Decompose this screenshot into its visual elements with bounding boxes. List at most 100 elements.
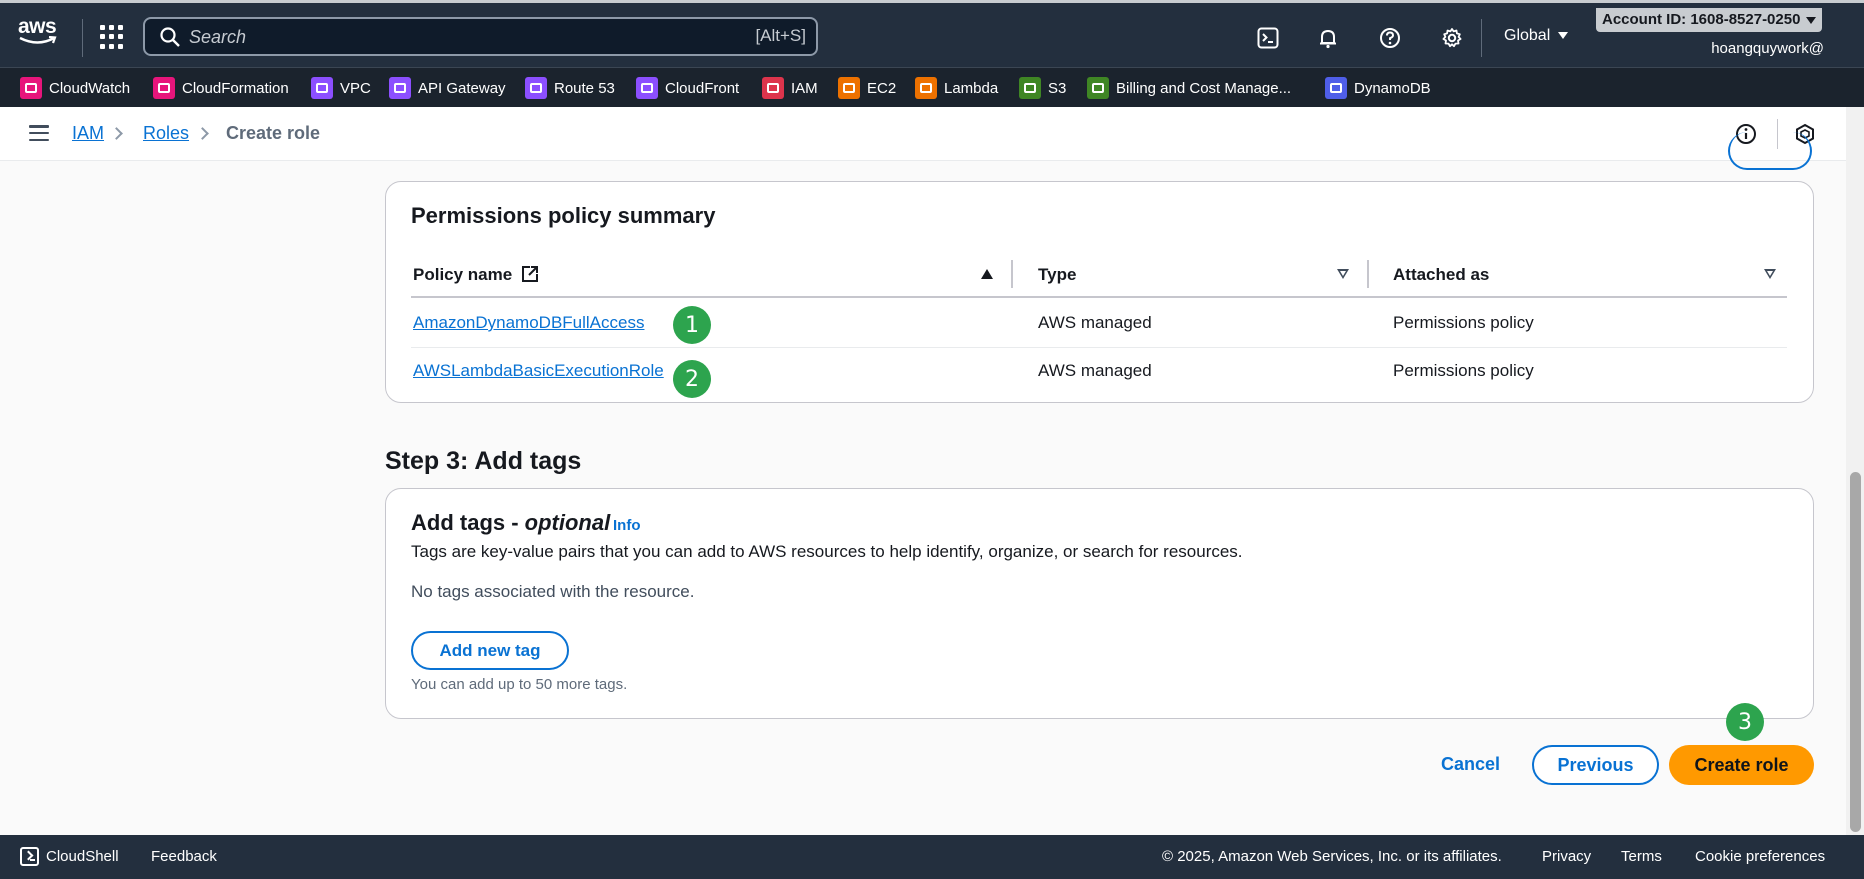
cancel-button[interactable]: Cancel (1441, 754, 1500, 775)
favorite-label: VPC (340, 79, 371, 97)
policy-link[interactable]: AmazonDynamoDBFullAccess (413, 313, 644, 333)
favorite-label: Billing and Cost Manage... (1116, 79, 1292, 97)
service-icon (1325, 77, 1347, 99)
caret-down-icon (1806, 16, 1817, 24)
favorite-label: S3 (1048, 79, 1067, 97)
breadcrumb-bar: IAM Roles Create role (0, 107, 1864, 161)
service-icon (153, 77, 175, 99)
menu-icon[interactable] (29, 125, 49, 141)
footer-terms[interactable]: Terms (1621, 848, 1662, 865)
sort-icon[interactable] (1337, 269, 1349, 279)
caret-down-icon (1558, 32, 1569, 40)
previous-button[interactable]: Previous (1532, 745, 1659, 785)
column-header-policy-name[interactable]: Policy name (413, 265, 539, 285)
footer-privacy[interactable]: Privacy (1542, 848, 1591, 865)
divider (82, 19, 83, 57)
chevron-right-icon (110, 127, 123, 140)
settings-gear-icon[interactable] (1439, 25, 1465, 51)
search-box[interactable]: [Alt+S] (143, 17, 818, 56)
favorite-label: API Gateway (418, 79, 506, 97)
favorite-cloudwatch[interactable]: CloudWatch (20, 75, 130, 101)
favorite-ec2[interactable]: EC2 (838, 75, 896, 101)
cloudshell-icon[interactable] (1255, 25, 1281, 51)
service-icon (1019, 77, 1041, 99)
aws-logo[interactable]: aws (18, 16, 62, 53)
service-icon (389, 77, 411, 99)
sort-ascending-icon[interactable] (981, 269, 993, 279)
favorite-s3[interactable]: S3 (1019, 75, 1066, 101)
search-input[interactable] (189, 24, 689, 50)
row-divider (411, 347, 1787, 348)
notifications-bell-icon[interactable] (1315, 25, 1341, 51)
info-link[interactable]: Info (613, 517, 641, 534)
favorite-label: IAM (791, 79, 818, 97)
footer-cookie-preferences[interactable]: Cookie preferences (1695, 848, 1825, 865)
username[interactable]: hoangquywork@ (1711, 40, 1824, 57)
favorite-label: CloudFront (665, 79, 740, 97)
create-role-button[interactable]: Create role (1669, 745, 1814, 785)
sort-icon[interactable] (1764, 269, 1776, 279)
external-link-icon (521, 266, 538, 282)
table-header-divider (411, 296, 1787, 298)
no-tags-message: No tags associated with the resource. (411, 582, 695, 601)
favorite-billing-and-cost-manage[interactable]: Billing and Cost Manage... (1087, 75, 1291, 101)
favorite-cloudformation[interactable]: CloudFormation (153, 75, 289, 101)
column-divider (1011, 260, 1013, 288)
favorite-label: DynamoDB (1354, 79, 1431, 97)
account-menu[interactable]: Account ID: 1608-8527-0250 (1596, 8, 1823, 32)
add-tags-title: Add tags - optional (411, 510, 611, 535)
annotation-marker: 3 (1726, 703, 1764, 741)
column-divider (1367, 260, 1369, 288)
favorites-bar: CloudWatch CloudFormation VPC API Gateway Ro… (0, 67, 1864, 107)
service-icon (311, 77, 333, 99)
footer-cloudshell[interactable]: CloudShell (46, 848, 119, 865)
region-selector[interactable]: Global (1504, 27, 1569, 45)
annotation-marker: 2 (673, 360, 711, 398)
favorite-cloudfront[interactable]: CloudFront (636, 75, 739, 101)
search-icon (160, 27, 180, 47)
policy-link[interactable]: AWSLambdaBasicExecutionRole (413, 361, 664, 381)
service-icon (1087, 77, 1109, 99)
footer: CloudShell Feedback © 2025, Amazon Web S… (0, 835, 1864, 879)
edit-button-partial[interactable] (1728, 132, 1812, 170)
favorite-api-gateway[interactable]: API Gateway (389, 75, 506, 101)
service-icon (636, 77, 658, 99)
footer-copyright: © 2025, Amazon Web Services, Inc. or its… (1162, 848, 1502, 865)
policy-type: AWS managed (1038, 313, 1152, 332)
favorite-route-53[interactable]: Route 53 (525, 75, 615, 101)
services-menu-icon[interactable] (100, 25, 124, 49)
cloudshell-icon[interactable] (20, 847, 39, 866)
favorite-label: Lambda (944, 79, 999, 97)
favorite-vpc[interactable]: VPC (311, 75, 371, 101)
tags-description: Tags are key-value pairs that you can ad… (411, 542, 1243, 561)
footer-feedback[interactable]: Feedback (151, 848, 217, 865)
favorite-label: CloudFormation (182, 79, 289, 97)
column-header-type[interactable]: Type (1038, 265, 1076, 285)
policy-type: AWS managed (1038, 361, 1152, 380)
service-icon (525, 77, 547, 99)
service-icon (838, 77, 860, 99)
policy-attached-as: Permissions policy (1393, 313, 1534, 332)
breadcrumb-current: Create role (226, 123, 321, 143)
add-new-tag-button[interactable]: Add new tag (411, 631, 569, 670)
search-shortcut: [Alt+S] (755, 26, 806, 45)
breadcrumb-iam[interactable]: IAM (72, 123, 104, 144)
service-icon (762, 77, 784, 99)
policy-attached-as: Permissions policy (1393, 361, 1534, 380)
card-title: Permissions policy summary (411, 203, 716, 228)
column-header-attached-as[interactable]: Attached as (1393, 265, 1489, 285)
divider (1481, 19, 1482, 57)
favorite-label: CloudWatch (49, 79, 131, 97)
scrollbar-thumb[interactable] (1850, 472, 1861, 832)
chevron-right-icon (196, 127, 209, 140)
favorite-iam[interactable]: IAM (762, 75, 818, 101)
favorite-lambda[interactable]: Lambda (915, 75, 998, 101)
tags-hint: You can add up to 50 more tags. (411, 676, 628, 693)
service-icon (915, 77, 937, 99)
favorite-dynamodb[interactable]: DynamoDB (1325, 75, 1431, 101)
favorite-label: EC2 (867, 79, 897, 97)
breadcrumb-roles[interactable]: Roles (143, 123, 189, 144)
top-navigation: aws [Alt+S] Global Account ID: 1608-8527… (0, 0, 1864, 67)
service-icon (20, 77, 42, 99)
help-icon[interactable] (1377, 25, 1403, 51)
